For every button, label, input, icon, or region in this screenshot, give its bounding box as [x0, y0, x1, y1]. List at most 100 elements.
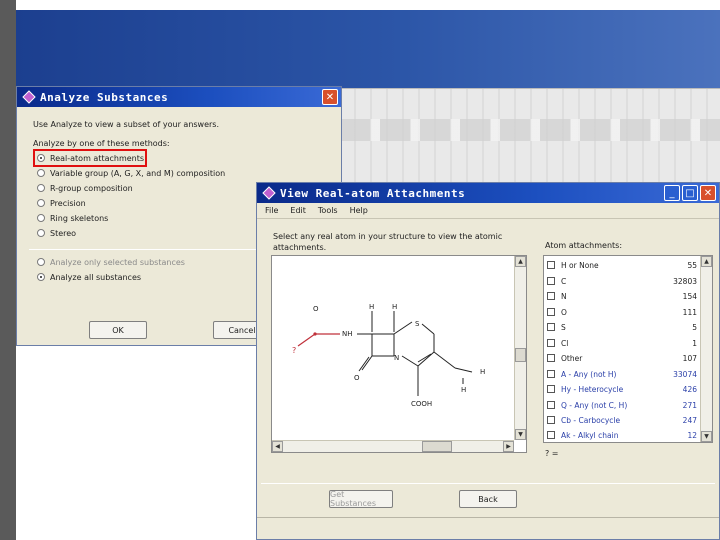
- atom-label-o[interactable]: O: [313, 305, 319, 313]
- atom-attachments-list[interactable]: H or None 55 C 32803 N 154 O 111 S 5 Cl …: [543, 255, 713, 443]
- maximize-icon[interactable]: □: [682, 185, 698, 201]
- radio-button[interactable]: [37, 169, 45, 177]
- method-label: Ring skeletons: [50, 213, 109, 223]
- highlight-box: [33, 149, 147, 167]
- minimize-icon[interactable]: _: [664, 185, 680, 201]
- divider: [261, 483, 715, 484]
- checkbox[interactable]: [547, 323, 555, 331]
- menu-edit[interactable]: Edit: [290, 206, 306, 215]
- checkbox[interactable]: [547, 339, 555, 347]
- method-option-precision[interactable]: Precision: [37, 197, 86, 209]
- checkbox[interactable]: [547, 431, 555, 439]
- scroll-thumb[interactable]: [515, 348, 526, 362]
- list-item[interactable]: Cb - Carbocycle 247: [547, 413, 697, 427]
- method-label: Variable group (A, G, X, and M) composit…: [50, 168, 226, 178]
- atom-label-h[interactable]: H: [392, 303, 397, 311]
- analyze-title: Analyze Substances: [40, 90, 169, 104]
- scroll-up-icon[interactable]: ▲: [515, 256, 526, 267]
- checkbox[interactable]: [547, 261, 555, 269]
- atom-list-scrollbar[interactable]: ▲ ▼: [700, 256, 712, 442]
- menu-bar: File Edit Tools Help: [257, 203, 719, 219]
- method-label: Stereo: [50, 228, 77, 238]
- analyze-method-prompt: Analyze by one of these methods:: [33, 139, 170, 148]
- checkbox[interactable]: [547, 292, 555, 300]
- atom-label-h[interactable]: H: [461, 386, 466, 394]
- atom-list-header: Atom attachments:: [545, 241, 623, 250]
- menu-tools[interactable]: Tools: [318, 206, 338, 215]
- structure-vertical-scrollbar[interactable]: ▲ ▼: [514, 256, 526, 440]
- method-option-stereo[interactable]: Stereo: [37, 227, 76, 239]
- scope-option-all[interactable]: Analyze all substances: [37, 271, 141, 283]
- app-icon: [22, 90, 36, 104]
- atom-label-h[interactable]: H: [480, 368, 485, 376]
- method-label: R-group composition: [50, 183, 133, 193]
- checkbox[interactable]: [547, 370, 555, 378]
- method-label: Precision: [50, 198, 86, 208]
- ok-button[interactable]: OK: [89, 321, 147, 339]
- close-icon[interactable]: ✕: [700, 185, 716, 201]
- method-option-variable-group[interactable]: Variable group (A, G, X, and M) composit…: [37, 167, 225, 179]
- scroll-thumb[interactable]: [422, 441, 452, 452]
- atom-label-cooh[interactable]: COOH: [411, 400, 432, 408]
- view-title: View Real-atom Attachments: [280, 186, 466, 200]
- get-substances-button: Get Substances: [329, 490, 393, 508]
- list-item[interactable]: C 32803: [547, 274, 697, 288]
- list-item[interactable]: Q - Any (not C, H) 271: [547, 398, 697, 412]
- list-item[interactable]: A - Any (not H) 33074: [547, 367, 697, 381]
- checkbox[interactable]: [547, 416, 555, 424]
- checkbox[interactable]: [547, 401, 555, 409]
- slide-canvas: Analyze Substances ✕ Use Analyze to view…: [0, 0, 720, 540]
- status-bar: [257, 517, 719, 539]
- list-item[interactable]: O 111: [547, 305, 697, 319]
- view-real-atom-window: View Real-atom Attachments _ □ ✕ File Ed…: [256, 182, 720, 540]
- atom-label-n[interactable]: N: [394, 354, 399, 362]
- scroll-down-icon[interactable]: ▼: [701, 431, 712, 442]
- analyze-intro: Use Analyze to view a subset of your ans…: [33, 120, 220, 129]
- instruction-text: Select any real atom in your structure t…: [273, 232, 503, 252]
- scroll-up-icon[interactable]: ▲: [701, 256, 712, 267]
- method-option-ring-skeletons[interactable]: Ring skeletons: [37, 212, 108, 224]
- back-button[interactable]: Back: [459, 490, 517, 508]
- close-icon[interactable]: ✕: [322, 89, 338, 105]
- method-option-r-group[interactable]: R-group composition: [37, 182, 133, 194]
- checkbox[interactable]: [547, 308, 555, 316]
- list-item[interactable]: N 154: [547, 289, 697, 303]
- scope-label: Analyze only selected substances: [50, 257, 185, 267]
- list-item[interactable]: H or None 55: [547, 258, 697, 272]
- slide-header-band: [16, 10, 720, 88]
- structure-panel[interactable]: O H H S NH N O COOH H H ? ▲ ▼ ◀ ▶: [271, 255, 527, 453]
- radio-button[interactable]: [37, 229, 45, 237]
- menu-help[interactable]: Help: [350, 206, 368, 215]
- atom-list-footer: ? =: [545, 449, 559, 458]
- scope-option-selected: Analyze only selected substances: [37, 256, 185, 268]
- structure-horizontal-scrollbar[interactable]: ◀ ▶: [272, 440, 514, 452]
- list-item[interactable]: Ak - Alkyl chain 12: [547, 428, 697, 442]
- list-item[interactable]: Hy - Heterocycle 426: [547, 382, 697, 396]
- checkbox[interactable]: [547, 354, 555, 362]
- scope-label: Analyze all substances: [50, 272, 142, 282]
- atom-label-nh[interactable]: NH: [342, 330, 353, 338]
- radio-button[interactable]: [37, 199, 45, 207]
- structure-drawing[interactable]: O H H S NH N O COOH H H ?: [272, 256, 515, 441]
- atom-label-s[interactable]: S: [415, 320, 420, 328]
- atom-label-h[interactable]: H: [369, 303, 374, 311]
- slide-left-bar: [0, 0, 16, 540]
- app-icon: [262, 186, 276, 200]
- list-item[interactable]: Other 107: [547, 351, 697, 365]
- checkbox[interactable]: [547, 277, 555, 285]
- list-item[interactable]: S 5: [547, 320, 697, 334]
- checkbox[interactable]: [547, 385, 555, 393]
- radio-button: [37, 258, 45, 266]
- scroll-down-icon[interactable]: ▼: [515, 429, 526, 440]
- radio-button[interactable]: [37, 214, 45, 222]
- menu-file[interactable]: File: [265, 206, 278, 215]
- scroll-right-icon[interactable]: ▶: [503, 441, 514, 452]
- atom-label-query[interactable]: ?: [292, 346, 296, 355]
- atom-label-o[interactable]: O: [354, 374, 360, 382]
- analyze-titlebar: Analyze Substances ✕: [17, 87, 341, 107]
- list-item[interactable]: Cl 1: [547, 336, 697, 350]
- radio-button[interactable]: [37, 184, 45, 192]
- background-photo: [340, 88, 720, 183]
- scroll-left-icon[interactable]: ◀: [272, 441, 283, 452]
- radio-button[interactable]: [37, 273, 45, 281]
